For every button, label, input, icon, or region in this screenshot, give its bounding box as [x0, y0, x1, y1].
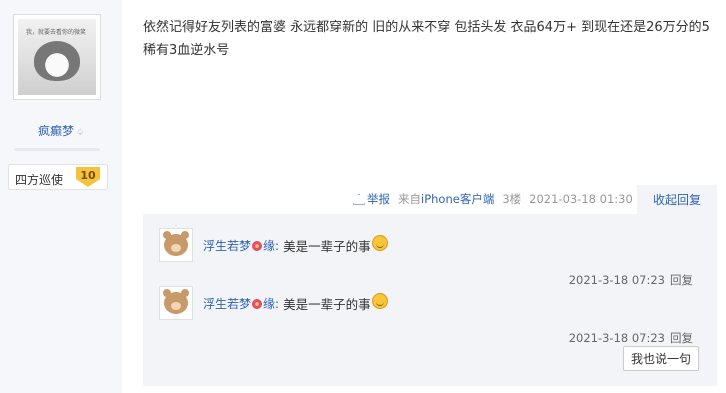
reply-username[interactable]: 浮生若梦 缘 — [203, 237, 275, 254]
reply-line: 浮生若梦 缘 : 美是一辈子的事 — [203, 292, 388, 313]
reply-avatar[interactable] — [159, 228, 193, 262]
post-content: 依然记得好友列表的富婆 永远都穿新的 旧的从来不穿 包括头发 衣品64万+ 到现… — [143, 20, 710, 58]
reply-colon: : — [275, 296, 280, 311]
add-comment-button[interactable]: 我也说一句 — [623, 346, 699, 371]
reply-item: 浮生若梦 缘 : 美是一辈子的事 2021-3-18 07:23 回复 — [159, 286, 707, 346]
flower-icon — [252, 240, 263, 251]
post-meta: 举报 来自iPhone客户端 3楼 2021-03-18 01:30 — [353, 190, 633, 208]
level-badge: 10 — [76, 167, 100, 187]
reply-colon: : — [275, 238, 280, 253]
bear-avatar-icon — [163, 231, 189, 256]
floor-number: 3楼 — [502, 192, 522, 206]
collapse-replies-button[interactable]: 收起回复 — [637, 185, 717, 215]
avatar-caption: 我，就要去看你的微笑 — [26, 29, 87, 36]
rank-title: 四方巡使 — [15, 173, 64, 187]
reply-username-prefix[interactable]: 浮生若梦 — [203, 237, 251, 254]
reply-username[interactable]: 浮生若梦 缘 — [203, 295, 275, 312]
reply-time: 2021-3-18 07:23 — [568, 273, 665, 287]
report-link[interactable]: 举报 — [353, 191, 390, 207]
level-progress-bar — [14, 148, 100, 151]
bear-avatar-icon — [163, 289, 189, 314]
smile-emoji-icon — [371, 292, 388, 309]
reply-username-suffix[interactable]: 缘 — [263, 237, 275, 254]
source-prefix: 来自 — [398, 192, 421, 206]
reply-item: 浮生若梦 缘 : 美是一辈子的事 2021-3-18 07:23 回复 — [159, 228, 707, 287]
post-source: 来自iPhone客户端 — [398, 191, 494, 207]
rank-box[interactable]: 四方巡使 10 — [8, 164, 108, 190]
reply-text: 美是一辈子的事 — [283, 239, 371, 254]
reply-meta: 2021-3-18 07:23 回复 — [569, 330, 693, 346]
avatar-image: 我，就要去看你的微笑 — [18, 19, 96, 95]
reply-link[interactable]: 回复 — [670, 273, 693, 287]
reply-avatar[interactable] — [159, 286, 193, 320]
reply-box: 浮生若梦 缘 : 美是一辈子的事 2021-3-18 07:23 回复 浮生若梦 … — [143, 214, 717, 386]
author-sidebar: 我，就要去看你的微笑 疯癫梦 ♤ 四方巡使 10 — [0, 0, 122, 393]
author-avatar[interactable]: 我，就要去看你的微笑 — [13, 14, 101, 100]
source-client-link[interactable]: iPhone客户端 — [421, 192, 494, 206]
author-name-row[interactable]: 疯癫梦 ♤ — [0, 122, 122, 139]
flower-icon — [252, 298, 263, 309]
author-name[interactable]: 疯癫梦 — [38, 124, 74, 138]
dog-illustration — [34, 41, 80, 81]
warning-icon — [353, 193, 365, 205]
reply-link[interactable]: 回复 — [670, 331, 693, 345]
post-timestamp: 2021-03-18 01:30 — [529, 192, 633, 206]
reply-text: 美是一辈子的事 — [283, 297, 371, 312]
reply-username-suffix[interactable]: 缘 — [263, 295, 275, 312]
reply-username-prefix[interactable]: 浮生若梦 — [203, 295, 251, 312]
gender-icon: ♤ — [75, 128, 85, 138]
report-label[interactable]: 举报 — [367, 191, 390, 207]
reply-line: 浮生若梦 缘 : 美是一辈子的事 — [203, 234, 388, 255]
smile-emoji-icon — [371, 234, 388, 251]
reply-time: 2021-3-18 07:23 — [568, 331, 665, 345]
